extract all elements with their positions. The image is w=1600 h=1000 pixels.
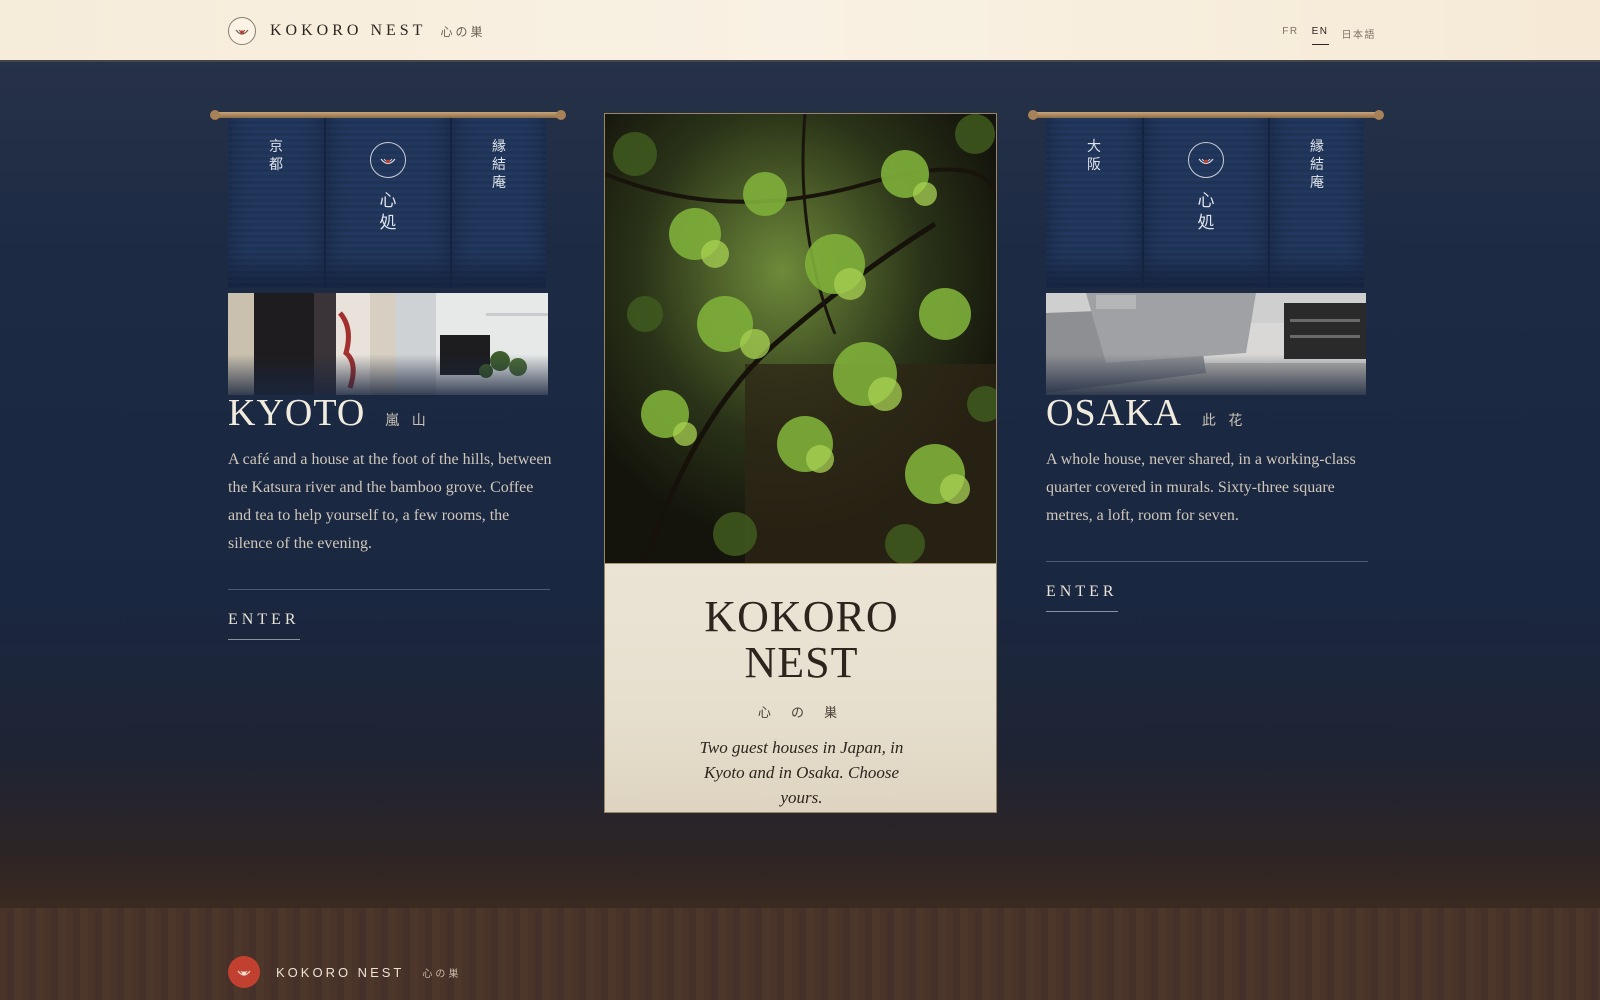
noren-char: 阪	[1087, 157, 1101, 173]
noren-char: 心	[379, 191, 397, 211]
title-japanese: 心 の 巣	[757, 706, 846, 721]
tagline: Two guest houses in Japan, in Kyoto and …	[699, 738, 904, 807]
osaka-enter-link[interactable]: ENTER	[1046, 583, 1118, 612]
lotus-crest-icon	[370, 142, 406, 178]
noren-char: 処	[1197, 213, 1215, 233]
noren-panel-right: 縁 結 庵	[450, 118, 546, 288]
lotus-crest-icon	[1188, 142, 1224, 178]
noren-char: 結	[492, 157, 506, 173]
noren-panel-left: 大 阪	[1046, 118, 1142, 288]
kyoto-interior-photo	[228, 293, 548, 395]
noren-char: 処	[379, 213, 397, 233]
noren-curtain-osaka[interactable]: 大 阪 心 処 縁 結 庵	[1046, 118, 1366, 288]
noren-char: 心	[1197, 191, 1215, 211]
divider	[1046, 561, 1368, 562]
footer-brand-name: KOKORO NEST	[276, 964, 405, 980]
noren-char: 縁	[1310, 139, 1324, 155]
city-name: OSAKA	[1046, 392, 1182, 434]
title-line-1: KOKORO	[704, 592, 899, 641]
noren-panel-right: 縁 結 庵	[1268, 118, 1364, 288]
intro-card: KOKORO NEST 心 の 巣 Two guest houses in Ja…	[604, 113, 997, 813]
page-title: KOKORO NEST	[605, 592, 996, 687]
city-name: KYOTO	[228, 392, 366, 434]
osaka-description: A whole house, never shared, in a workin…	[1046, 451, 1356, 524]
site-footer: KOKORO NEST 心の巣	[0, 908, 1600, 1000]
district-name-japanese: 此 花	[1201, 413, 1247, 429]
lang-fr-link[interactable]: FR	[1282, 26, 1298, 45]
brand-name-japanese: 心の巣	[440, 24, 486, 39]
maple-leaves-photo	[605, 114, 996, 564]
district-name-japanese: 嵐 山	[385, 413, 430, 429]
noren-char: 大	[1087, 139, 1101, 155]
noren-curtain-kyoto[interactable]: 京 都 心 処 縁 結 庵	[228, 118, 548, 288]
footer-brand-japanese: 心の巣	[422, 968, 462, 980]
noren-panel-left: 京 都	[228, 118, 324, 288]
site-header: KOKORO NEST 心の巣 FR EN 日本語	[0, 0, 1600, 62]
noren-panel-center: 心 処	[1142, 118, 1268, 288]
osaka-bedroom-photo	[1046, 293, 1366, 395]
kyoto-title: KYOTO 嵐 山	[228, 391, 430, 435]
footer-brand[interactable]: KOKORO NEST 心の巣	[228, 956, 461, 988]
intro-text-panel: KOKORO NEST 心 の 巣 Two guest houses in Ja…	[605, 563, 996, 812]
osaka-title: OSAKA 此 花	[1046, 391, 1246, 435]
kyoto-enter-link[interactable]: ENTER	[228, 611, 300, 640]
noren-char: 庵	[492, 175, 506, 191]
noren-char: 京	[269, 139, 283, 155]
lotus-logo-icon	[228, 17, 256, 45]
brand-home-link[interactable]: KOKORO NEST 心の巣	[228, 17, 485, 45]
noren-char: 縁	[492, 139, 506, 155]
kyoto-description: A café and a house at the foot of the hi…	[228, 451, 552, 552]
noren-char: 結	[1310, 157, 1324, 173]
title-line-2: NEST	[744, 638, 859, 687]
noren-char: 都	[269, 157, 283, 173]
language-switcher: FR EN 日本語	[1282, 26, 1376, 45]
lang-ja-link[interactable]: 日本語	[1342, 26, 1377, 45]
lotus-logo-icon	[228, 956, 260, 988]
noren-char: 庵	[1310, 175, 1324, 191]
divider	[228, 589, 550, 590]
lang-en-link[interactable]: EN	[1311, 26, 1329, 45]
brand-name: KOKORO NEST	[270, 22, 427, 39]
noren-panel-center: 心 処	[324, 118, 450, 288]
